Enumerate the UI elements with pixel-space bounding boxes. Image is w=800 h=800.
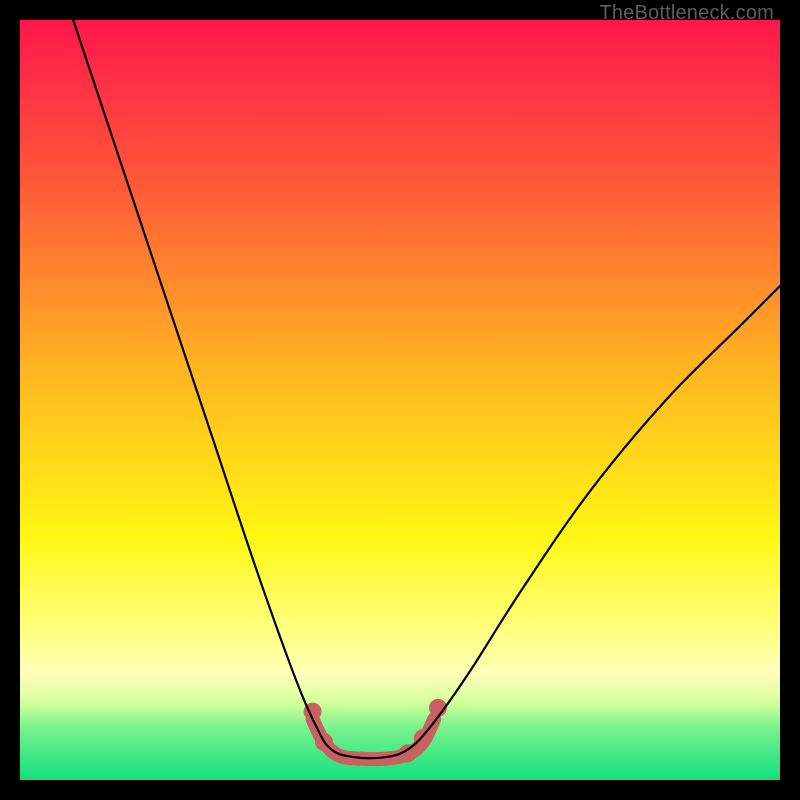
watermark-text: TheBottleneck.com [599, 2, 774, 25]
bottleneck-chart [20, 20, 780, 780]
chart-frame [20, 20, 780, 780]
highlight-dot [414, 729, 432, 747]
